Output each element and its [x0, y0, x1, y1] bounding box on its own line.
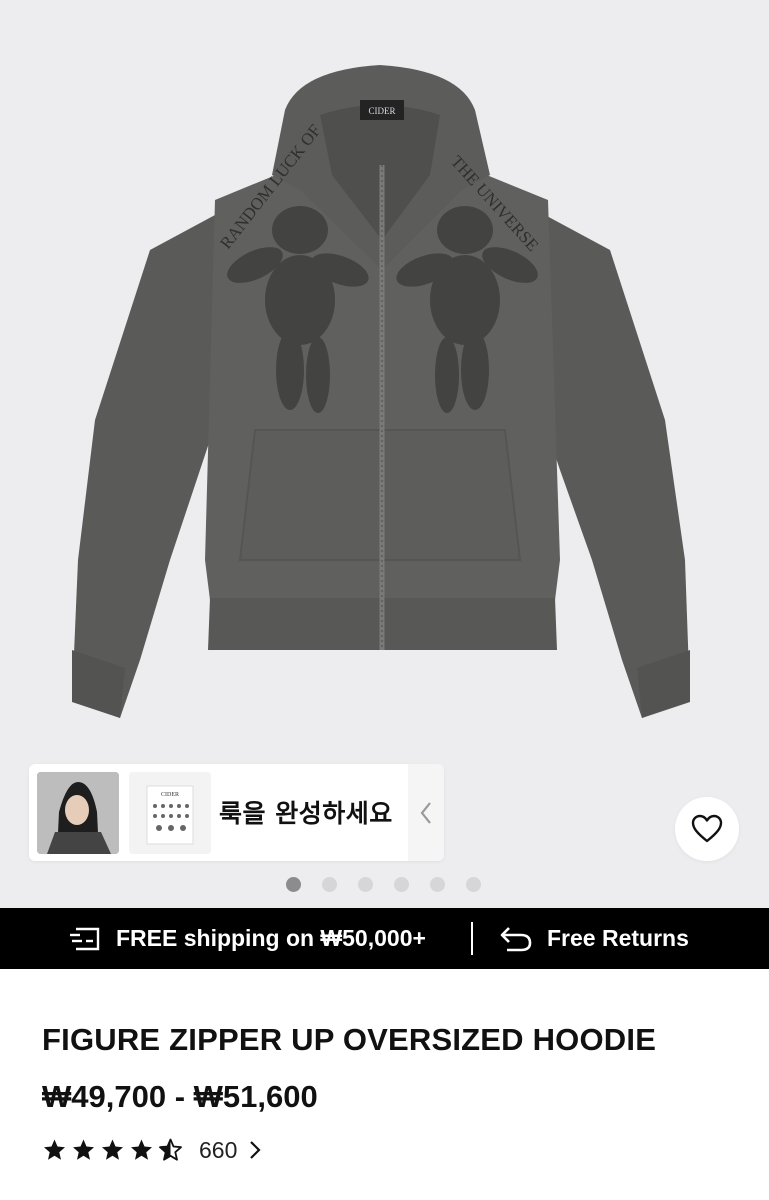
free-returns-promo[interactable]: Free Returns — [499, 908, 689, 969]
slide-dot-1[interactable] — [286, 877, 301, 892]
slide-dot-5[interactable] — [430, 877, 445, 892]
review-count: 660 — [199, 1136, 238, 1163]
free-shipping-promo[interactable]: FREE shipping on ₩50,000+ — [68, 908, 426, 969]
chevron-right-icon — [250, 1141, 261, 1159]
return-arrow-icon — [500, 926, 532, 951]
slide-dot-2[interactable] — [322, 877, 337, 892]
star-icon — [44, 1139, 65, 1160]
slide-indicator — [286, 877, 481, 892]
star-rating — [42, 1138, 183, 1162]
heart-icon — [691, 814, 723, 843]
chevron-left-icon — [420, 801, 431, 824]
free-shipping-text: FREE shipping on ₩50,000+ — [116, 925, 426, 951]
slide-dot-6[interactable] — [466, 877, 481, 892]
model-look-thumbnail[interactable] — [37, 772, 119, 854]
product-image-gallery[interactable]: CIDER RANDOM LUCK OF THE UNIVERSE CIDER … — [0, 0, 769, 908]
star-icon — [131, 1139, 152, 1160]
star-icon — [73, 1139, 94, 1160]
wishlist-button[interactable] — [675, 797, 739, 861]
product-price: ₩49,700 - ₩51,600 — [42, 1079, 318, 1114]
accessory-set-thumbnail[interactable]: CIDER — [129, 772, 211, 854]
collapse-look-button[interactable] — [408, 764, 444, 861]
delivery-icon — [70, 927, 100, 950]
free-returns-text: Free Returns — [547, 925, 689, 951]
complete-the-look-card[interactable]: CIDER 룩을 완성하세요 — [29, 764, 444, 861]
svg-text:CIDER: CIDER — [161, 792, 179, 798]
star-icon — [102, 1139, 123, 1160]
rating-reviews-link[interactable]: 660 — [42, 1134, 261, 1166]
slide-dot-3[interactable] — [358, 877, 373, 892]
product-title: FIGURE ZIPPER UP OVERSIZED HOODIE — [42, 1022, 657, 1057]
complete-look-label: 룩을 완성하세요 — [219, 799, 393, 828]
promo-banner[interactable]: FREE shipping on ₩50,000+ Free Returns — [0, 908, 769, 969]
promo-divider — [471, 922, 473, 955]
half-star-icon — [159, 1138, 182, 1161]
slide-dot-4[interactable] — [394, 877, 409, 892]
brand-label: CIDER — [369, 106, 396, 116]
